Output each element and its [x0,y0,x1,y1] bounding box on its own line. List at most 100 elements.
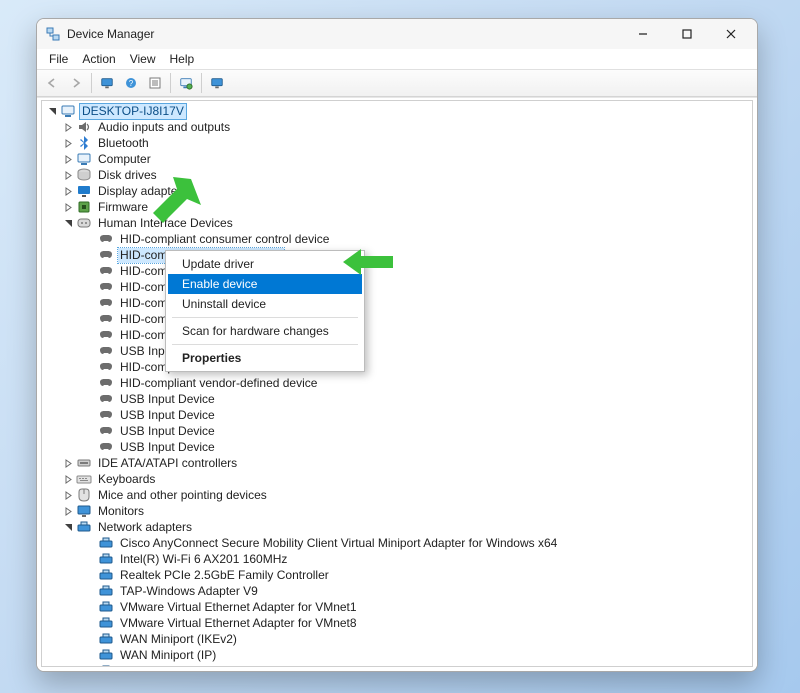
tool-properties[interactable] [144,72,166,94]
tree-device[interactable]: HID-comp [42,295,752,311]
hid-device-icon [98,231,114,247]
expand-toggle[interactable] [62,217,74,229]
tree-item-label: Disk drives [96,168,159,183]
tree-device[interactable]: HID-comp [42,327,752,343]
tree-item-label: DESKTOP-IJ8I17V [80,104,186,119]
tree-device[interactable]: WAN Miniport (IPv6) [42,663,752,667]
hid-device-icon [98,375,114,391]
context-menu-item[interactable]: Update driver [168,254,362,274]
tree-category[interactable]: Monitors [42,503,752,519]
tree-category[interactable]: Disk drives [42,167,752,183]
maximize-button[interactable] [665,19,709,49]
tree-category[interactable]: Computer [42,151,752,167]
menu-help[interactable]: Help [164,51,201,67]
tree-device[interactable]: Intel(R) Wi-Fi 6 AX201 160MHz [42,551,752,567]
tree-device[interactable]: WAN Miniport (IP) [42,647,752,663]
expand-toggle[interactable] [62,169,74,181]
network-adapter-icon [98,663,114,667]
hid-device-icon [98,359,114,375]
tree-category[interactable]: Firmware [42,199,752,215]
expand-toggle[interactable] [62,489,74,501]
context-menu-item[interactable]: Enable device [168,274,362,294]
tree-device[interactable]: Cisco AnyConnect Secure Mobility Client … [42,535,752,551]
tree-item-label: Realtek PCIe 2.5GbE Family Controller [118,568,331,583]
hid-device-icon [98,391,114,407]
tool-show-hidden[interactable] [96,72,118,94]
tree-device[interactable]: WAN Miniport (IKEv2) [42,631,752,647]
tree-device[interactable]: HID-comp [42,263,752,279]
tree-device[interactable]: VMware Virtual Ethernet Adapter for VMne… [42,599,752,615]
titlebar: Device Manager [37,19,757,49]
devmgr-icon [45,26,61,42]
tree-item-label: Audio inputs and outputs [96,120,232,135]
expand-toggle[interactable] [62,521,74,533]
tree-category[interactable]: Display adapters [42,183,752,199]
tree-category-hid[interactable]: Human Interface Devices [42,215,752,231]
context-menu-item[interactable]: Uninstall device [168,294,362,314]
tree-category[interactable]: Audio inputs and outputs [42,119,752,135]
context-menu-separator [172,317,358,318]
tree-category[interactable]: Bluetooth [42,135,752,151]
window-title: Device Manager [67,27,154,41]
tree-device[interactable]: USB Input Device [42,439,752,455]
tree-item-label: USB Input Device [118,424,217,439]
tree-device[interactable]: HID-comp [42,311,752,327]
tree-device[interactable]: USB Input [42,343,752,359]
expand-toggle[interactable] [62,121,74,133]
tree-device[interactable]: HID-compliant consumer control device [42,231,752,247]
tree-item-label: Computer [96,152,153,167]
menu-file[interactable]: File [43,51,74,67]
tree-root[interactable]: DESKTOP-IJ8I17V [42,103,752,119]
close-button[interactable] [709,19,753,49]
tree-device[interactable]: TAP-Windows Adapter V9 [42,583,752,599]
expand-toggle[interactable] [62,153,74,165]
hid-device-icon [98,407,114,423]
tree-category[interactable]: Keyboards [42,471,752,487]
tree-category[interactable]: Mice and other pointing devices [42,487,752,503]
tree-item-label: Display adapters [96,184,189,199]
minimize-button[interactable] [621,19,665,49]
computer-icon [76,151,92,167]
tree-device[interactable]: Realtek PCIe 2.5GbE Family Controller [42,567,752,583]
tree-device[interactable]: HID-compliant vendor-defined device [42,375,752,391]
context-menu-item[interactable]: Properties [168,348,362,368]
menu-action[interactable]: Action [76,51,121,67]
network-adapter-icon [98,551,114,567]
tree-category-network[interactable]: Network adapters [42,519,752,535]
ide-icon [76,455,92,471]
tree-item-label: USB Input Device [118,392,217,407]
tree-device[interactable]: HID-comp [42,359,752,375]
menu-view[interactable]: View [124,51,162,67]
tree-device[interactable]: USB Input Device [42,391,752,407]
tree-item-label: HID-compliant vendor-defined device [118,376,319,391]
tree-device[interactable]: VMware Virtual Ethernet Adapter for VMne… [42,615,752,631]
tool-forward[interactable] [65,72,87,94]
tree-device[interactable]: HID-compliant game controller [42,247,752,263]
tree-device[interactable]: HID-comp [42,279,752,295]
tree-category[interactable]: IDE ATA/ATAPI controllers [42,455,752,471]
expand-toggle[interactable] [62,185,74,197]
device-tree[interactable]: DESKTOP-IJ8I17V Audio inputs and outputs… [41,100,753,667]
tree-item-label: Keyboards [96,472,157,487]
tree-item-label: USB Input Device [118,440,217,455]
expand-toggle[interactable] [62,457,74,469]
toolbar: ? [37,69,757,97]
tool-devices[interactable] [206,72,228,94]
network-adapter-icon [98,647,114,663]
menubar: File Action View Help [37,49,757,69]
tool-help[interactable]: ? [120,72,142,94]
expand-toggle[interactable] [62,473,74,485]
tree-item-label: WAN Miniport (IPv6) [118,664,231,668]
hid-device-icon [98,295,114,311]
tool-back[interactable] [41,72,63,94]
expand-toggle[interactable] [62,505,74,517]
tree-device[interactable]: USB Input Device [42,423,752,439]
tool-scan[interactable] [175,72,197,94]
keyboard-icon [76,471,92,487]
expand-toggle[interactable] [62,137,74,149]
tree-device[interactable]: USB Input Device [42,407,752,423]
network-adapter-icon [98,583,114,599]
expand-toggle[interactable] [46,105,58,117]
expand-toggle[interactable] [62,201,74,213]
context-menu-item[interactable]: Scan for hardware changes [168,321,362,341]
